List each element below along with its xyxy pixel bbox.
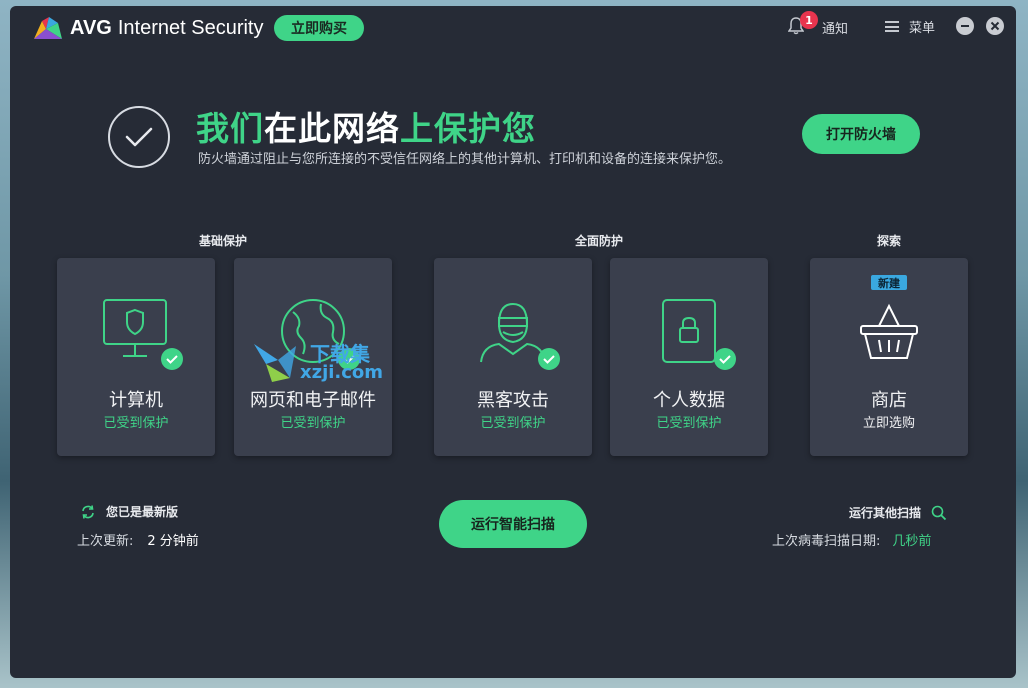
last-update-label: 上次更新: [77, 534, 134, 549]
avg-logo: AVG Internet Security [32, 15, 263, 41]
close-icon [990, 21, 1000, 31]
watermark-url: xzji.com [300, 362, 384, 383]
app-window: AVG Internet Security 立即购买 1 通知 菜单 我们在此网络… [10, 6, 1016, 678]
protected-check-icon [538, 348, 560, 370]
watermark: 下载集 xzji.com [252, 338, 392, 386]
refresh-icon [82, 504, 94, 519]
card-title: 商店 [871, 390, 907, 411]
protected-check-icon [108, 106, 170, 168]
notification-count-badge: 1 [800, 11, 818, 29]
notifications-button[interactable]: 1 通知 [787, 11, 849, 37]
last-scan-label: 上次病毒扫描日期: [772, 534, 881, 549]
up-to-date-label: 您已是最新版 [106, 505, 179, 519]
card-personal-data[interactable]: 个人数据 已受到保护 [610, 258, 768, 456]
card-store[interactable]: 新建 商店 立即选购 [810, 258, 968, 456]
page-title: 我们在此网络上保护您 [196, 109, 536, 148]
watermark-logo-icon [254, 344, 296, 382]
hamburger-icon [885, 21, 899, 32]
section-full-protection: 全面防护 [575, 234, 624, 248]
last-scan-value[interactable]: 几秒前 [892, 534, 931, 549]
card-status: 已受到保护 [280, 416, 346, 431]
card-title: 个人数据 [653, 390, 725, 411]
close-button[interactable] [986, 17, 1004, 35]
card-title: 黑客攻击 [477, 390, 549, 411]
buy-now-button[interactable]: 立即购买 [274, 15, 364, 41]
card-title: 网页和电子邮件 [250, 390, 376, 411]
page-subtitle: 防火墙通过阻止与您所连接的不受信任网络上的其他计算机、打印机和设备的连接来保护您… [198, 152, 732, 167]
card-status: 已受到保护 [480, 416, 546, 431]
notifications-label: 通知 [822, 21, 849, 37]
minimize-button[interactable] [956, 17, 974, 35]
card-status: 立即选购 [862, 416, 915, 431]
app-title: AVG Internet Security [70, 16, 264, 39]
new-badge: 新建 [871, 275, 907, 290]
shopping-basket-icon [849, 296, 929, 366]
bell-icon: 1 [787, 11, 818, 37]
run-smart-scan-button[interactable]: 运行智能扫描 [439, 500, 587, 548]
card-status: 已受到保护 [656, 416, 722, 431]
card-hacker-attacks[interactable]: 黑客攻击 已受到保护 [434, 258, 592, 456]
last-update: 上次更新: 2 分钟前 [77, 530, 199, 549]
card-title: 计算机 [109, 390, 163, 411]
other-scans-label: 运行其他扫描 [849, 506, 922, 520]
open-firewall-button[interactable]: 打开防火墙 [802, 114, 920, 154]
update-status: 您已是最新版 [80, 503, 178, 520]
menu-button[interactable]: 菜单 [885, 17, 935, 36]
section-basic-protection: 基础保护 [199, 234, 248, 248]
last-update-value: 2 分钟前 [147, 534, 199, 549]
last-scan: 上次病毒扫描日期: 几秒前 [772, 530, 931, 549]
run-other-scans-link[interactable]: 运行其他扫描 [849, 504, 947, 521]
card-computer[interactable]: 计算机 已受到保护 [57, 258, 215, 456]
protected-check-icon [714, 348, 736, 370]
search-icon [931, 505, 947, 520]
minimize-icon [961, 25, 969, 27]
protected-check-icon [161, 348, 183, 370]
avg-logo-icon [34, 17, 62, 39]
card-status: 已受到保护 [103, 416, 169, 431]
section-explore: 探索 [877, 234, 902, 248]
menu-label: 菜单 [909, 21, 936, 36]
